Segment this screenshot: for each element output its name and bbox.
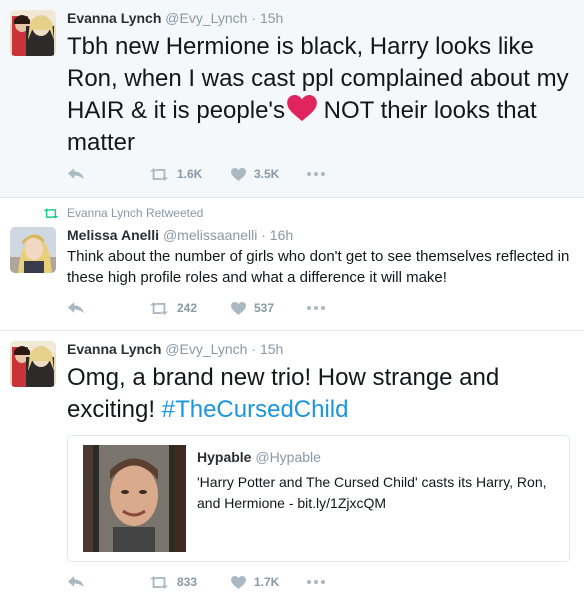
heart-icon <box>231 576 246 589</box>
timestamp[interactable]: 15h <box>260 341 283 357</box>
quoted-author-handle[interactable]: @Hypable <box>255 449 321 465</box>
tweet-3[interactable]: Evanna Lynch @Evy_Lynch · 15h Omg, a bra… <box>0 331 584 603</box>
reply-icon <box>67 301 85 314</box>
author-handle[interactable]: @Evy_Lynch <box>165 10 247 26</box>
hashtag-link[interactable]: #TheCursedChild <box>162 396 349 423</box>
timestamp[interactable]: 15h <box>260 10 283 26</box>
more-icon <box>307 172 325 176</box>
tweet-2[interactable]: Evanna Lynch Retweeted Melissa Anelli @m… <box>0 198 584 331</box>
retweet-icon <box>149 168 169 181</box>
heart-icon <box>231 168 246 181</box>
reply-button[interactable] <box>67 575 85 588</box>
retweet-button[interactable]: 1.6K <box>149 167 202 181</box>
like-button[interactable]: 3.5K <box>231 167 279 181</box>
red-heart-emoji <box>287 95 317 121</box>
author-name[interactable]: Evanna Lynch <box>67 10 161 26</box>
tweet-header: Evanna Lynch @Evy_Lynch · 15h <box>67 10 283 26</box>
reply-icon <box>67 167 85 180</box>
tweet-header: Melissa Anelli @melissaanelli · 16h <box>67 227 293 243</box>
retweet-count: 242 <box>177 301 198 315</box>
tweet-text: Tbh new Hermione is black, Harry looks l… <box>67 31 570 159</box>
reply-icon <box>67 575 85 588</box>
avatar[interactable] <box>10 10 56 56</box>
separator: · <box>251 341 257 357</box>
quoted-tweet[interactable]: Hypable @Hypable 'Harry Potter and The C… <box>67 435 570 562</box>
quoted-tweet-image <box>83 445 186 552</box>
retweet-context: Evanna Lynch Retweeted <box>43 206 203 220</box>
retweet-context-label[interactable]: Evanna Lynch Retweeted <box>67 206 203 220</box>
retweet-count: 1.6K <box>177 167 203 181</box>
reply-button[interactable] <box>67 167 85 180</box>
retweet-icon <box>43 208 59 219</box>
tweet-1[interactable]: Evanna Lynch @Evy_Lynch · 15h Tbh new He… <box>0 0 584 198</box>
author-name[interactable]: Melissa Anelli <box>67 227 159 243</box>
like-button[interactable]: 1.7K <box>231 575 279 589</box>
retweet-button[interactable]: 833 <box>149 575 197 589</box>
tweet-header: Evanna Lynch @Evy_Lynch · 15h <box>67 341 283 357</box>
more-icon <box>307 306 325 310</box>
like-count: 3.5K <box>254 167 280 181</box>
author-name[interactable]: Evanna Lynch <box>67 341 161 357</box>
separator: · <box>261 227 266 243</box>
retweet-count: 833 <box>177 575 198 589</box>
retweet-icon <box>149 302 169 315</box>
more-icon <box>307 580 325 584</box>
avatar[interactable] <box>10 227 56 273</box>
quoted-author-name[interactable]: Hypable <box>197 449 251 465</box>
quoted-tweet-header: Hypable @Hypable <box>197 449 321 465</box>
separator: · <box>251 10 257 26</box>
reply-button[interactable] <box>67 301 85 314</box>
timestamp[interactable]: 16h <box>270 227 293 243</box>
tweet-text: Omg, a brand new trio! How strange and e… <box>67 362 570 426</box>
author-handle[interactable]: @Evy_Lynch <box>165 341 247 357</box>
tweet-text: Think about the number of girls who don'… <box>67 248 570 286</box>
retweet-icon <box>149 576 169 589</box>
more-button[interactable] <box>307 580 325 584</box>
heart-icon <box>231 302 246 315</box>
author-handle[interactable]: @melissaanelli <box>163 227 257 243</box>
like-button[interactable]: 537 <box>231 301 274 315</box>
avatar[interactable] <box>10 341 56 387</box>
more-button[interactable] <box>307 172 325 176</box>
like-count: 1.7K <box>254 575 280 589</box>
more-button[interactable] <box>307 306 325 310</box>
like-count: 537 <box>254 301 275 315</box>
quoted-tweet-text: 'Harry Potter and The Cursed Child' cast… <box>197 474 547 511</box>
retweet-button[interactable]: 242 <box>149 301 197 315</box>
